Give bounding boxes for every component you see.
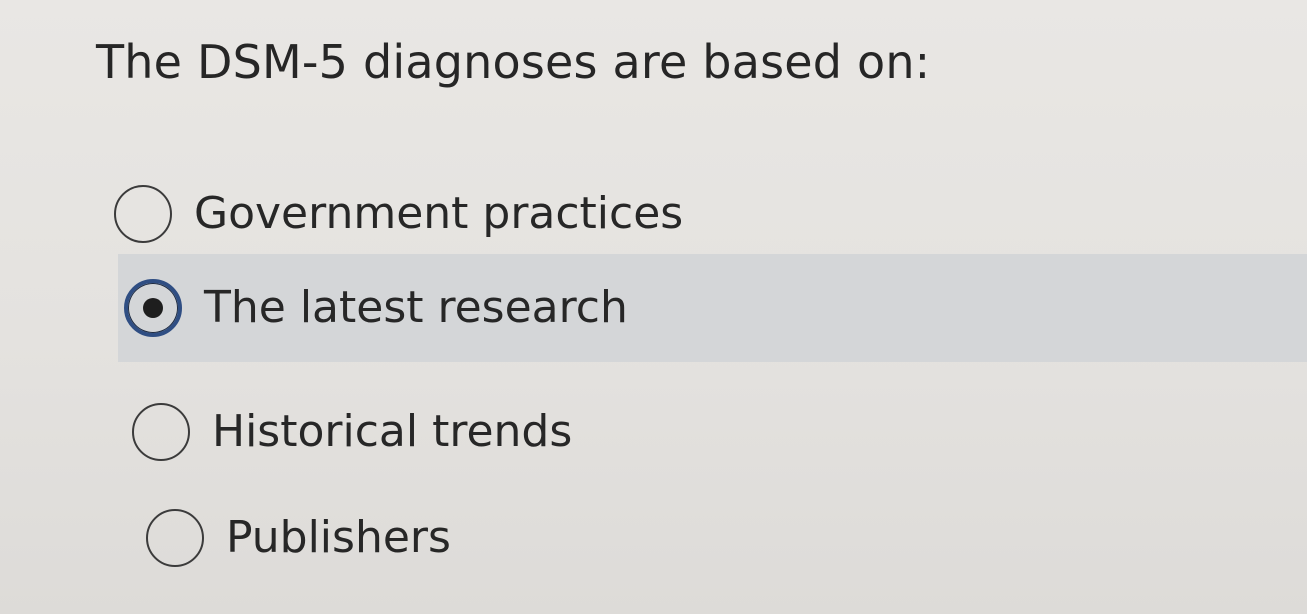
answer-label: Government practices <box>194 188 684 239</box>
answer-label: Historical trends <box>212 406 573 457</box>
answer-label: The latest research <box>204 282 628 333</box>
radio-button-selected[interactable] <box>124 279 182 337</box>
answer-option-publishers[interactable]: Publishers <box>146 484 846 592</box>
radio-dot-icon <box>143 298 163 318</box>
answer-options: Government practices The latest research… <box>0 0 1307 614</box>
answer-option-latest-research[interactable]: The latest research <box>118 254 1307 362</box>
answer-option-historical-trends[interactable]: Historical trends <box>132 378 832 486</box>
radio-button[interactable] <box>146 509 204 567</box>
radio-button[interactable] <box>132 403 190 461</box>
answer-label: Publishers <box>226 512 451 563</box>
radio-button[interactable] <box>114 185 172 243</box>
answer-option-government-practices[interactable]: Government practices <box>114 160 814 268</box>
